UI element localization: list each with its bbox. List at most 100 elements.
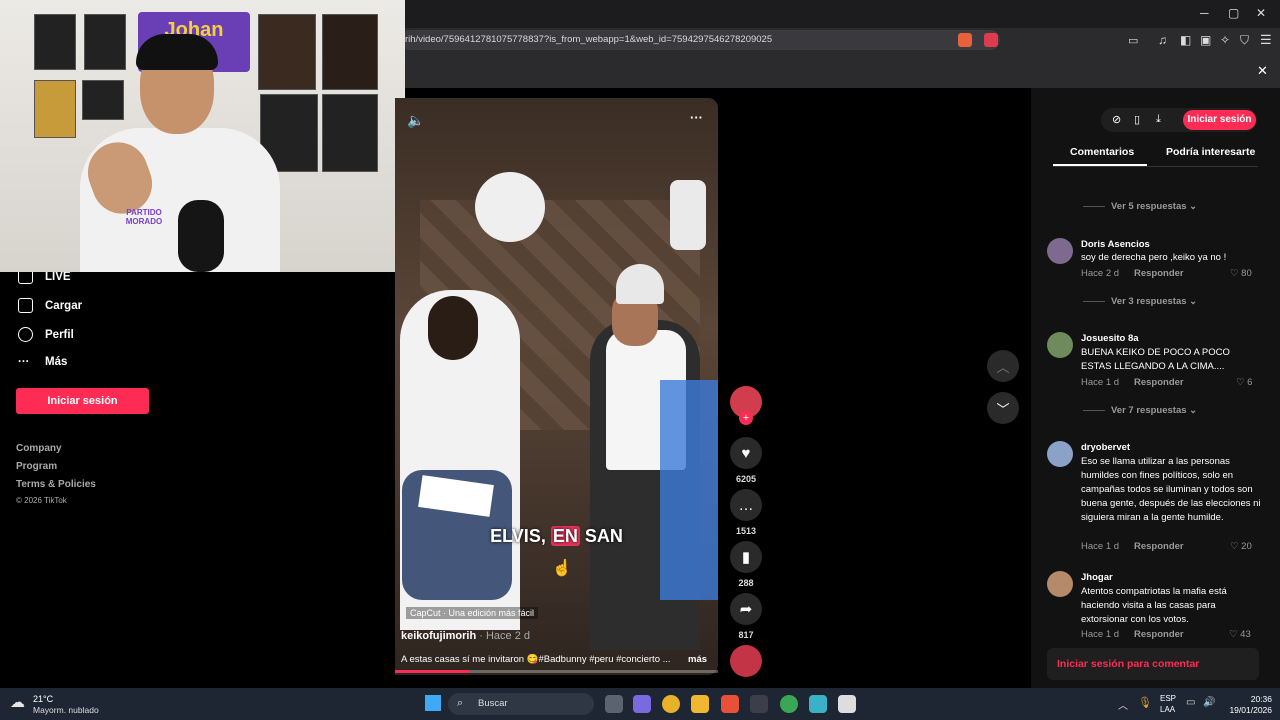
window-close-icon[interactable]: ✕	[1256, 6, 1266, 20]
wall-poster	[258, 14, 316, 90]
view-replies[interactable]: Ver 3 respuestas ⌄	[1083, 296, 1197, 307]
leo-icon[interactable]: ✧	[1220, 33, 1230, 47]
file-explorer-icon[interactable]	[691, 695, 709, 713]
windows-start-icon[interactable]	[425, 695, 441, 711]
comment-like[interactable]: ♡ 43	[1229, 629, 1251, 640]
close-video-icon[interactable]: ✕	[1257, 63, 1268, 79]
upload-icon	[18, 298, 33, 313]
reply-button[interactable]: Responder	[1134, 541, 1184, 552]
description-text: A estas casas sí me invitaron 😋#Badbunny…	[401, 654, 671, 665]
avatar[interactable]	[1047, 571, 1073, 597]
view-replies[interactable]: Ver 7 respuestas ⌄	[1083, 405, 1197, 416]
sidebar-item-label: Perfil	[45, 328, 74, 341]
reply-button[interactable]: Responder	[1134, 268, 1184, 279]
comment-icon[interactable]: …	[730, 489, 762, 521]
task-view-icon[interactable]	[605, 695, 623, 713]
copilot-icon[interactable]	[633, 695, 651, 713]
menu-icon[interactable]: ☰	[1260, 32, 1272, 48]
reply-button[interactable]: Responder	[1134, 377, 1184, 388]
brave-shield-icon[interactable]	[958, 33, 972, 47]
music-disc-avatar[interactable]	[730, 645, 762, 677]
input-layout[interactable]: LAA	[1160, 705, 1175, 714]
like-icon[interactable]: ♥	[730, 437, 762, 469]
mic-tray-icon[interactable]: 🎙	[1138, 696, 1152, 709]
edge-icon[interactable]	[809, 695, 827, 713]
vpn-icon[interactable]: ⛉	[1240, 33, 1249, 48]
url-text[interactable]: rih/video/7596412781075778837?is_from_we…	[405, 34, 772, 45]
shirt-logo: PARTIDO MORADO	[125, 208, 163, 226]
next-video-icon[interactable]: ﹀	[987, 392, 1019, 424]
comment-login-box[interactable]: Iniciar sesión para comentar	[1047, 648, 1259, 680]
author-name[interactable]: keikofujimorih	[401, 630, 476, 642]
sidebar-item-upload[interactable]: Cargar	[18, 298, 82, 313]
wall-poster	[322, 94, 378, 172]
comment-user[interactable]: Josuesito 8a	[1081, 333, 1139, 344]
app2-icon[interactable]	[838, 695, 856, 713]
weather-desc[interactable]: Mayorm. nublado	[33, 705, 99, 715]
login-button[interactable]: Iniciar sesión	[16, 388, 149, 414]
network-icon[interactable]: ▭	[1186, 697, 1195, 708]
footer-link-terms[interactable]: Terms & Policies	[16, 479, 96, 490]
video-more-icon[interactable]: ···	[690, 110, 703, 125]
previous-video-icon[interactable]: ︿	[987, 350, 1019, 382]
comment-clip: Jhogar Atentos compatriotas la mafia est…	[1031, 566, 1280, 640]
video-scene-tarp	[660, 380, 718, 600]
footer-link-program[interactable]: Program	[16, 461, 57, 472]
comment-like[interactable]: ♡ 20	[1230, 541, 1252, 552]
like-count: 6	[1247, 377, 1253, 388]
weather-cloud-icon[interactable]: ☁	[10, 693, 25, 711]
comment-user[interactable]: Doris Asencios	[1081, 239, 1150, 250]
comment-user[interactable]: Jhogar	[1081, 572, 1113, 583]
comment-text: BUENA KEIKO DE POCO A POCO ESTAS LLEGAND…	[1081, 347, 1230, 372]
comment-user[interactable]: dryobervet	[1081, 442, 1130, 453]
download-icon[interactable]: ⤓	[1156, 113, 1161, 126]
like-count: 6205	[735, 474, 757, 484]
comment-time: Hace 1 d	[1081, 541, 1120, 552]
tab-comments[interactable]: Comentarios	[1070, 146, 1134, 158]
tab-active-indicator	[1053, 164, 1147, 166]
weather-temp[interactable]: 21°C	[33, 694, 53, 704]
tab-recommended[interactable]: Podría interesarte	[1166, 146, 1255, 158]
capcut-badge[interactable]: CapCut · Una edición más fácil	[406, 607, 539, 619]
volume-icon[interactable]: 🔈	[407, 112, 424, 129]
maximize-icon[interactable]: ▢	[1228, 6, 1239, 20]
input-language[interactable]: ESP	[1160, 694, 1176, 703]
video-person-woman-head	[428, 296, 478, 360]
clock-date[interactable]: 19/01/2026	[1222, 705, 1272, 715]
video-author[interactable]: keikofujimorih · Hace 2 d	[401, 630, 530, 642]
login-button-top[interactable]: Iniciar sesión	[1183, 110, 1256, 130]
more-link[interactable]: más	[688, 654, 707, 665]
avatar[interactable]	[1047, 332, 1073, 358]
follow-plus-icon[interactable]: +	[739, 411, 753, 425]
brave-icon[interactable]	[721, 695, 739, 713]
clock-time[interactable]: 20:36	[1240, 694, 1272, 704]
chrome-alt-icon[interactable]	[780, 695, 798, 713]
avatar[interactable]	[1047, 441, 1073, 467]
volume-tray-icon[interactable]: 🔊	[1203, 697, 1215, 708]
wall-poster	[322, 14, 378, 90]
footer-link-company[interactable]: Company	[16, 443, 62, 454]
comment-like[interactable]: ♡ 6	[1236, 377, 1252, 388]
reply-button[interactable]: Responder	[1134, 629, 1184, 640]
device-icon[interactable]: ▯	[1134, 113, 1140, 126]
rewards-icon[interactable]	[984, 33, 998, 47]
avatar[interactable]	[1047, 238, 1073, 264]
comment-like[interactable]: ♡ 80	[1230, 268, 1252, 279]
chrome-icon[interactable]	[662, 695, 680, 713]
explore-icon[interactable]: ⊘	[1112, 113, 1121, 126]
comment-text: Atentos compatriotas la mafia está hacie…	[1081, 586, 1227, 625]
view-replies[interactable]: Ver 5 respuestas ⌄	[1083, 201, 1197, 212]
bookmark-icon[interactable]: ▮	[730, 541, 762, 573]
sidebar-toggle-icon[interactable]: ◧	[1180, 33, 1191, 47]
music-icon[interactable]: ♫	[1158, 33, 1167, 47]
reader-icon[interactable]: ▭	[1128, 34, 1138, 47]
taskbar-search[interactable]: Buscar	[448, 693, 594, 715]
share-icon[interactable]: ➦	[730, 593, 762, 625]
sidebar-item-profile[interactable]: Perfil	[18, 327, 74, 342]
tray-chevron-icon[interactable]: ︿	[1118, 697, 1128, 712]
app-icon[interactable]	[750, 695, 768, 713]
sidebar-item-more[interactable]: ··· Más	[18, 356, 67, 368]
minimize-icon[interactable]: ─	[1200, 6, 1209, 20]
comment-text: soy de derecha pero ,keiko ya no !	[1081, 252, 1227, 263]
wallet-icon[interactable]: ▣	[1200, 33, 1211, 47]
